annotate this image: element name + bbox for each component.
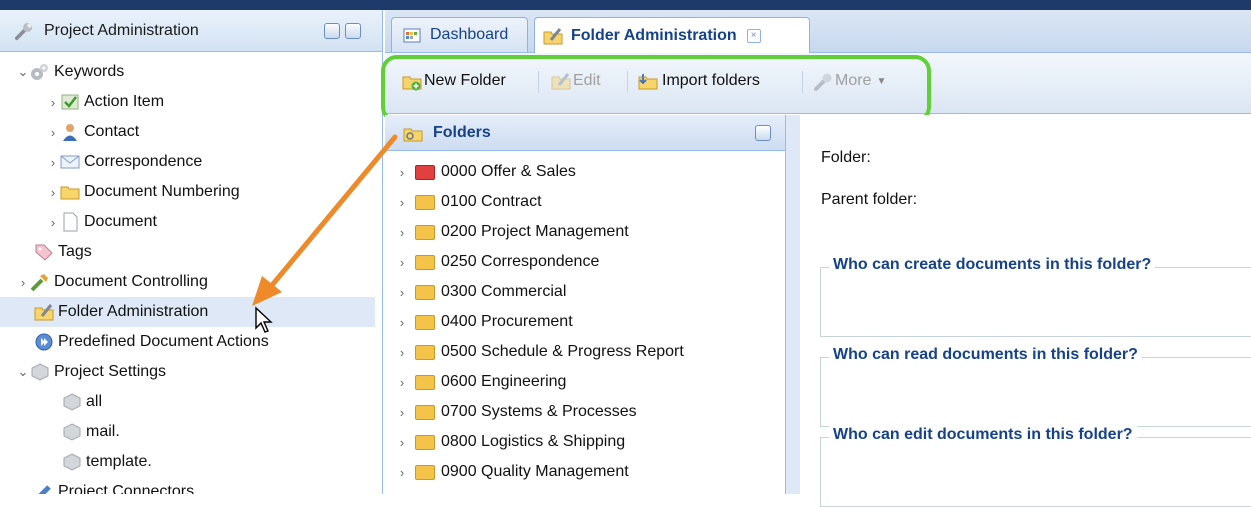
mouse-pointer-icon [255, 306, 273, 333]
annotation-arrow [252, 134, 398, 306]
